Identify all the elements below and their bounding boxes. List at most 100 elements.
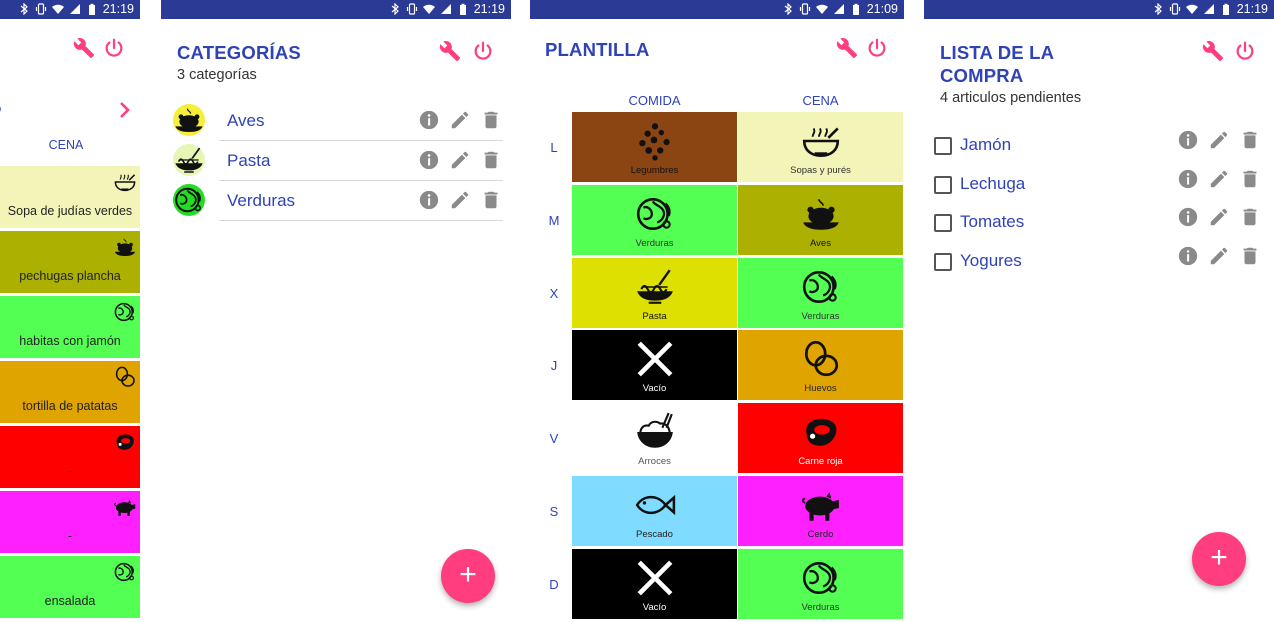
delete-icon[interactable] (1239, 245, 1261, 267)
wrench-icon (836, 38, 858, 59)
cell-label: Verduras (801, 310, 840, 322)
template-cell-comida[interactable]: Vacío (572, 548, 737, 619)
page-subtitle: 4 articulos pendientes (940, 90, 1082, 106)
meal-row[interactable]: - (0, 426, 140, 488)
info-icon[interactable] (1177, 245, 1199, 267)
roast-chicken-icon (800, 193, 842, 235)
power-icon (1236, 41, 1254, 60)
template-cell-cena[interactable]: Sopas y purés (738, 112, 903, 182)
power-button[interactable] (1234, 40, 1256, 62)
meal-label: pechugas plancha (19, 269, 121, 283)
battery-icon (86, 3, 98, 15)
bluetooth-icon (1152, 3, 1164, 15)
category-row[interactable]: Pasta (161, 141, 511, 181)
settings-wrench-button[interactable] (439, 40, 461, 62)
info-icon[interactable] (1177, 129, 1199, 151)
settings-wrench-button[interactable] (836, 37, 858, 59)
meal-row[interactable]: ensalada (0, 556, 140, 618)
template-cell-cena[interactable]: Huevos (738, 330, 903, 401)
bluetooth-icon (782, 3, 794, 15)
template-cell-comida[interactable]: Arroces (572, 403, 737, 474)
signal-icon (1203, 3, 1215, 15)
info-icon[interactable] (418, 189, 440, 211)
battery-icon (1220, 3, 1232, 15)
delete-icon[interactable] (1239, 129, 1261, 151)
cell-label: Carne roja (798, 456, 843, 468)
bluetooth-icon (18, 3, 30, 15)
info-icon[interactable] (418, 109, 440, 131)
edit-icon[interactable] (449, 149, 471, 171)
meal-row[interactable]: pechugas plancha (0, 231, 140, 293)
category-name[interactable]: Verduras (227, 191, 295, 211)
shopping-item-row: Lechuga (924, 168, 1274, 209)
category-row[interactable]: Aves (161, 101, 511, 141)
template-cell-comida[interactable]: Verduras (572, 184, 737, 255)
item-checkbox[interactable] (934, 214, 952, 232)
info-icon[interactable] (418, 149, 440, 171)
prev-day-chevron-icon[interactable] (0, 100, 4, 118)
meal-row[interactable]: Sopa de judías verdes (0, 166, 140, 228)
category-name[interactable]: Aves (227, 111, 265, 131)
pig-icon (113, 495, 137, 519)
add-item-button[interactable]: + (1192, 532, 1246, 586)
delete-icon[interactable] (480, 109, 502, 131)
day-label: L (550, 140, 558, 155)
info-icon[interactable] (1177, 168, 1199, 190)
power-button[interactable] (866, 37, 888, 59)
template-cell-comida[interactable]: Pescado (572, 476, 737, 546)
steak-icon (113, 430, 137, 454)
template-cell-comida[interactable]: Vacío (572, 330, 737, 401)
screen-template: 21:09 PLANTILLA COMIDA CENA L Legumbres So… (530, 0, 904, 622)
meal-label: - (67, 529, 73, 543)
cross-icon (634, 338, 676, 380)
edit-icon[interactable] (1208, 129, 1230, 151)
settings-wrench-button[interactable] (73, 37, 95, 59)
template-cell-cena[interactable]: Verduras (738, 548, 903, 619)
next-day-button[interactable] (117, 100, 133, 120)
template-cell-cena[interactable]: Verduras (738, 257, 903, 328)
item-checkbox[interactable] (934, 137, 952, 155)
page-title: PLANTILLA (545, 39, 650, 60)
soup-icon (800, 120, 842, 162)
template-cell-cena[interactable]: Cerdo (738, 476, 903, 546)
edit-icon[interactable] (449, 109, 471, 131)
settings-wrench-button[interactable] (1202, 40, 1224, 62)
category-row[interactable]: Verduras (161, 181, 511, 221)
battery-icon (850, 3, 862, 15)
power-button[interactable] (472, 40, 494, 62)
page-title: CATEGORÍAS (177, 42, 301, 63)
meal-label: Sopa de judías verdes (7, 204, 133, 218)
meal-row[interactable]: habitas con jamón (0, 296, 140, 358)
vibrate-icon (799, 3, 811, 15)
item-checkbox[interactable] (934, 252, 952, 271)
meal-label: ensalada (44, 594, 96, 608)
edit-icon[interactable] (449, 189, 471, 211)
meal-column-header: CENA (48, 138, 84, 152)
edit-icon[interactable] (1208, 206, 1230, 228)
delete-icon[interactable] (480, 189, 502, 211)
status-bar: 21:19 (0, 0, 140, 19)
meal-row[interactable]: - (0, 491, 140, 553)
add-category-button[interactable]: + (441, 549, 495, 603)
delete-icon[interactable] (1239, 168, 1261, 190)
edit-icon[interactable] (1208, 245, 1230, 267)
column-header-cena: CENA (802, 93, 839, 108)
power-button[interactable] (103, 37, 125, 59)
day-label: M (548, 212, 560, 228)
cell-label: Legumbres (630, 165, 679, 176)
signal-icon (440, 3, 452, 15)
edit-icon[interactable] (1208, 168, 1230, 190)
delete-icon[interactable] (480, 149, 502, 171)
wifi-icon (1185, 3, 1198, 15)
status-bar: 21:19 (924, 0, 1274, 19)
meal-row[interactable]: tortilla de patatas (0, 361, 140, 423)
item-checkbox[interactable] (934, 175, 952, 194)
category-name[interactable]: Pasta (227, 151, 270, 171)
template-cell-cena[interactable]: Aves (738, 184, 903, 255)
template-cell-cena[interactable]: Carne roja (738, 403, 903, 474)
status-time: 21:19 (102, 2, 134, 16)
template-cell-comida[interactable]: Pasta (572, 257, 737, 328)
info-icon[interactable] (1177, 206, 1199, 228)
delete-icon[interactable] (1239, 206, 1261, 228)
template-cell-comida[interactable]: Legumbres (572, 112, 737, 182)
